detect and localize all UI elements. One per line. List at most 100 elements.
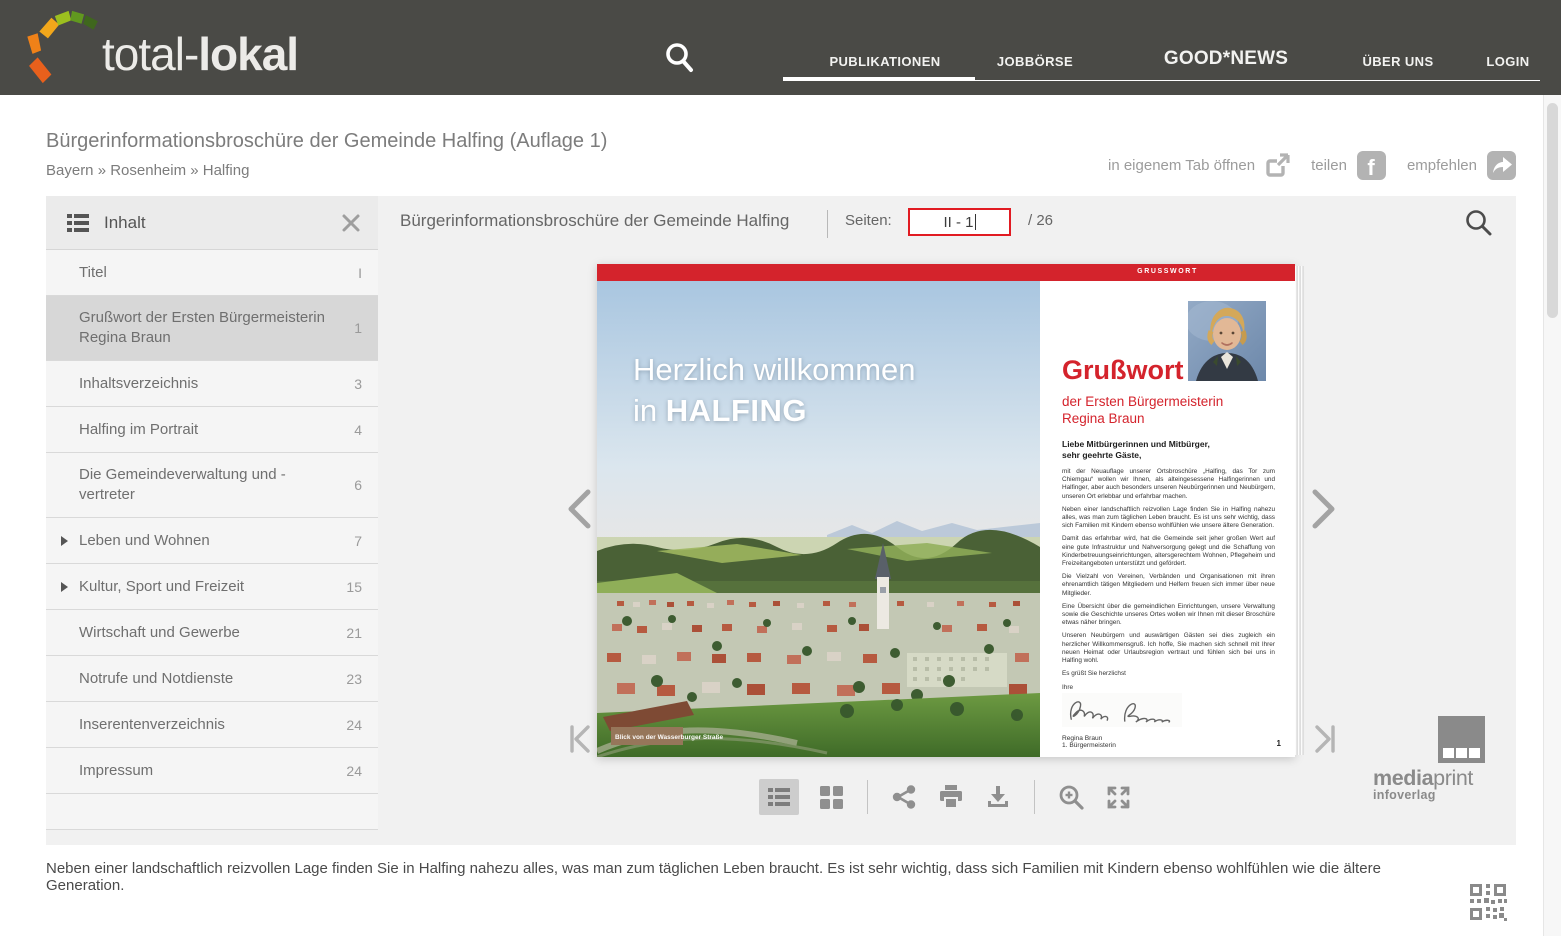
total-lokal-logo[interactable]: total-lokal [16,4,298,90]
recommend-label: empfehlen [1407,157,1477,174]
download-button[interactable] [983,782,1013,812]
last-page-button[interactable] [1311,724,1337,754]
greeting-paragraph: mit der Neuauflage unserer Ortsbroschüre… [1062,468,1275,501]
recommend-arrow-icon [1486,150,1517,181]
first-page-button[interactable] [568,724,594,754]
greeting-paragraph: Eine Übersicht über die gemeindlichen Ei… [1062,603,1275,628]
page-total: / 26 [1028,212,1053,229]
recommend-button[interactable]: empfehlen [1407,150,1517,181]
mediaprint-logo[interactable]: mediaprint infoverlag [1373,716,1493,802]
greeting-paragraph: Neben einer landschaftlich reizvollen La… [1062,506,1275,531]
expand-arrow-icon [61,582,68,592]
toc-item-label: Kultur, Sport und Freizeit [79,577,244,597]
toc-item-page: 24 [346,763,362,779]
toc-item-portrait[interactable]: Halfing im Portrait 4 [46,407,378,453]
toc-item-label: Impressum [79,761,153,781]
publication-viewer: Bürgerinformationsbroschüre der Gemeinde… [378,196,1516,845]
breadcrumb[interactable]: Bayern » Rosenheim » Halfing [46,162,249,179]
toc-item-titel[interactable]: Titel I [46,250,378,296]
toc-item-label: Wirtschaft und Gewerbe [79,623,240,643]
open-in-tab-label: in eigenem Tab öffnen [1108,157,1255,174]
print-icon [937,783,965,811]
toc-close-button[interactable] [340,212,362,234]
mediaprint-word-regular: print [1433,766,1473,790]
toc-item-label: Leben und Wohnen [79,531,210,551]
viewer-divider [827,210,828,238]
mediaprint-subline: infoverlag [1373,788,1493,802]
page-number-input[interactable]: II - 1 [908,208,1011,236]
toc-item-impressum[interactable]: Impressum 24 [46,748,378,794]
toc-item-kultur-sport-freizeit[interactable]: Kultur, Sport und Freizeit 15 [46,564,378,610]
headline-line2-prefix: in [633,393,657,428]
book-spread: GRUSSWORT [597,264,1295,757]
greeting-paragraph: Die Vielzahl von Vereinen, Verbänden und… [1062,573,1275,598]
toc-item-label: Halfing im Portrait [79,420,198,440]
photo-caption: Blick von der Wasserburger Straße [615,734,723,741]
fullscreen-button[interactable] [1103,782,1133,812]
nav-item-ueber-uns[interactable]: ÜBER UNS [1362,54,1433,69]
welcome-headline: Herzlich willkommen in HALFING [633,349,916,431]
next-page-button[interactable] [1309,488,1339,530]
nav-item-publikationen[interactable]: PUBLIKATIONEN [829,54,940,69]
toc-list-icon [767,785,791,809]
mayor-portrait-photo [1188,301,1266,381]
scrollbar-track[interactable] [1543,95,1561,936]
toc-item-inserenten[interactable]: Inserentenverzeichnis 24 [46,702,378,748]
signatory-name: Regina Braun [1062,735,1275,742]
toc-item-leben-und-wohnen[interactable]: Leben und Wohnen 7 [46,518,378,564]
print-button[interactable] [936,782,966,812]
expand-arrow-icon [61,536,68,546]
toc-list-icon [66,211,90,235]
logo-text-light: total- [102,28,198,80]
toc-item-page: 1 [354,320,362,336]
book-right-page[interactable]: Grußwort der Ersten Bürgermeisterin Regi… [1040,281,1295,757]
greeting-title: Grußwort [1062,355,1184,386]
toc-item-page: 21 [346,625,362,641]
mediaprint-word-bold: media [1373,766,1433,790]
toc-item-page: 7 [354,533,362,549]
greeting-subtitle-line2: Regina Braun [1062,410,1223,427]
text-caret [975,214,976,230]
toc-item-page: 15 [346,579,362,595]
salutation: Liebe Mitbürgerinnen und Mitbürger, sehr… [1062,439,1275,461]
zoom-in-icon [1058,784,1085,811]
toc-title: Inhalt [104,213,340,233]
toc-item-label: Notrufe und Notdienste [79,669,233,689]
nav-item-jobboerse[interactable]: JOBBÖRSE [997,54,1073,69]
toc-item-notrufe[interactable]: Notrufe und Notdienste 23 [46,656,378,702]
toc-item-gemeindeverwaltung[interactable]: Die Gemeindeverwaltung und -vertreter 6 [46,453,378,518]
toc-item-page: I [358,265,362,281]
thumbnails-button[interactable] [816,782,846,812]
salutation-line2: sehr geehrte Gäste, [1062,450,1275,461]
site-header: total-lokal PUBLIKATIONEN JOBBÖRSE GOOD*… [0,0,1561,95]
open-in-tab-button[interactable]: in eigenem Tab öffnen [1108,152,1291,179]
zoom-in-button[interactable] [1056,782,1086,812]
toc-item-wirtschaft[interactable]: Wirtschaft und Gewerbe 21 [46,610,378,656]
book-left-page[interactable]: Herzlich willkommen in HALFING Blick von… [597,281,1040,757]
document-actions: in eigenem Tab öffnen teilen f empfehlen [1108,150,1517,181]
toc-item-label: Die Gemeindeverwaltung und -vertreter [79,465,327,505]
greeting-paragraph: Damit das erfahrbar wird, hat die Gemein… [1062,535,1275,568]
logo-chevron-icon [16,4,104,90]
content-panel: Inhalt Titel I Grußwort der Ersten Bürge… [46,196,1516,845]
viewer-title: Bürgerinformationsbroschüre der Gemeinde… [400,211,789,231]
viewer-toolbar [759,779,1133,815]
book-page-number: 1 [1277,739,1281,748]
salutation-line1: Liebe Mitbürgerinnen und Mitbürger, [1062,439,1275,450]
toc-item-grusswort[interactable]: Grußwort der Ersten Bürgermeisterin Regi… [46,296,378,361]
toc-toggle-button[interactable] [759,779,799,815]
scrollbar-thumb[interactable] [1547,103,1558,318]
nav-item-goodnews[interactable]: GOOD*NEWS [1164,48,1288,70]
nav-item-login[interactable]: LOGIN [1486,54,1529,69]
footer-quote: Neben einer landschaftlich reizvollen La… [46,860,1446,894]
facebook-icon: f [1356,150,1387,181]
header-search-icon[interactable] [662,40,698,76]
viewer-search-icon[interactable] [1464,208,1492,236]
previous-page-button[interactable] [564,488,594,530]
share-button[interactable] [889,782,919,812]
download-icon [985,784,1011,810]
share-facebook-button[interactable]: teilen f [1311,150,1387,181]
closing-line: Es grüßt Sie herzlichst [1062,670,1275,677]
toc-item-inhaltsverzeichnis[interactable]: Inhaltsverzeichnis 3 [46,361,378,407]
toc-item-label: Inserentenverzeichnis [79,715,225,735]
